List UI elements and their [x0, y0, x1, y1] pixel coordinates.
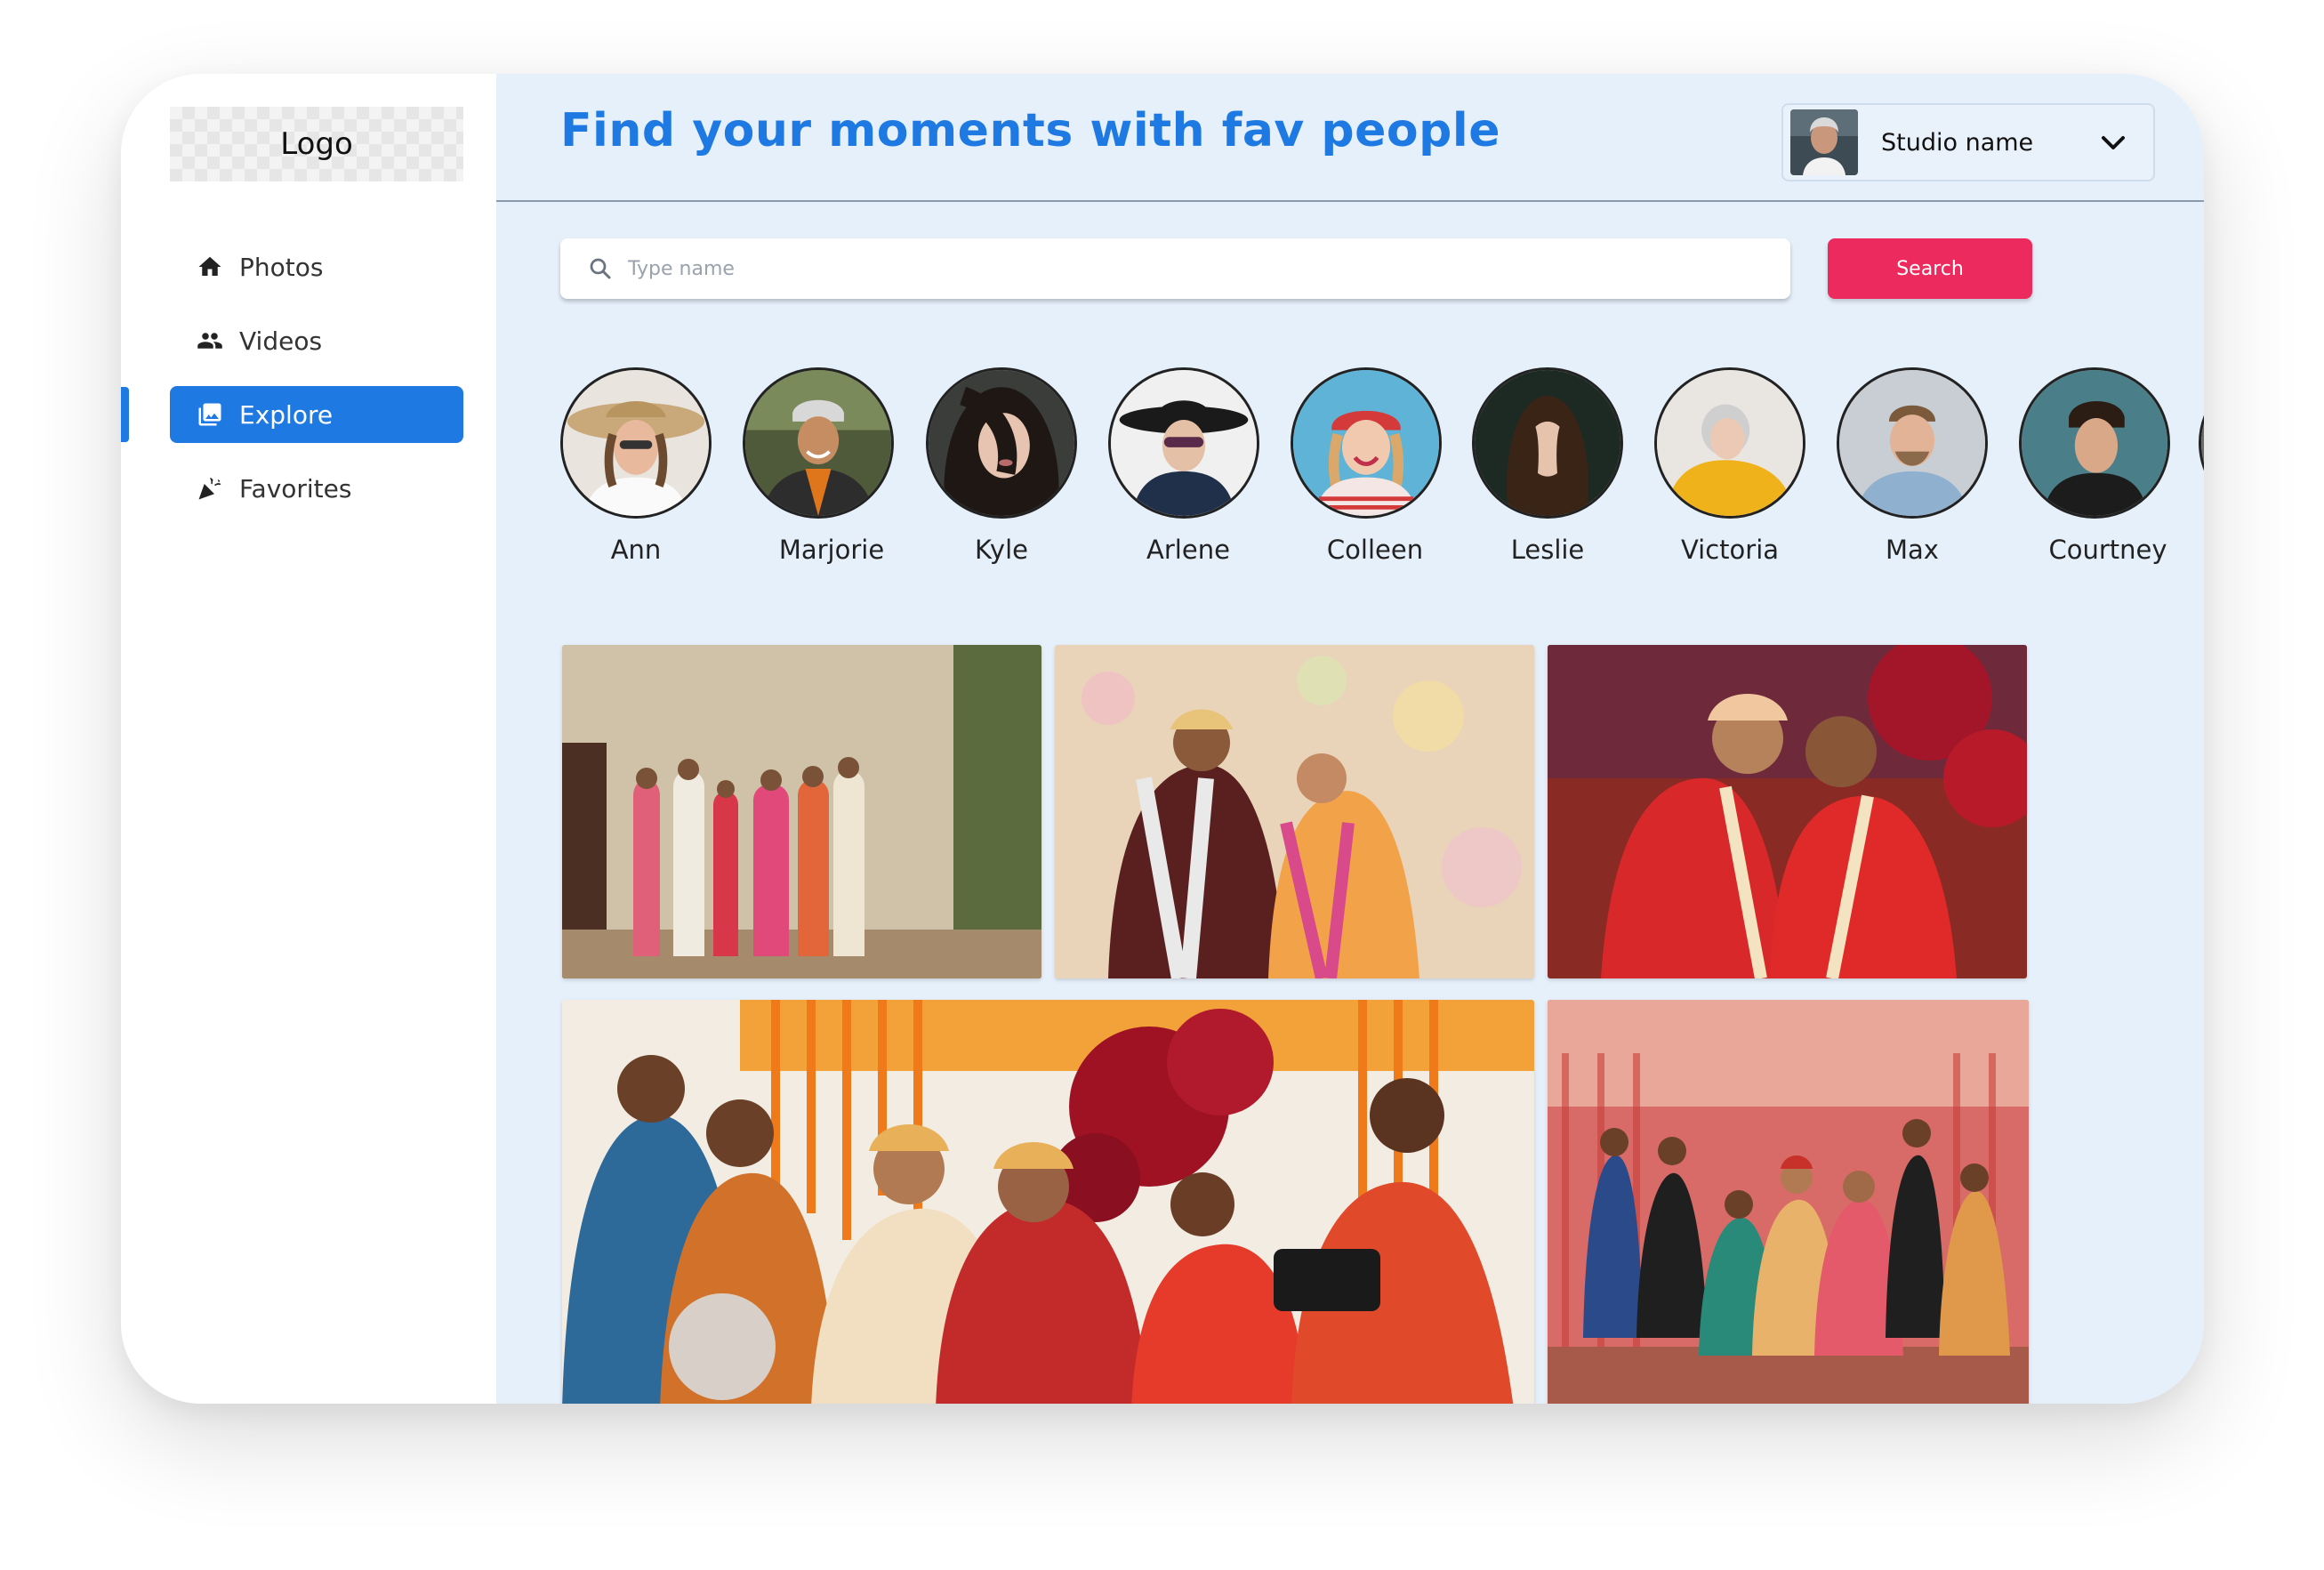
sidebar: Logo Photos Videos Explore Favorites	[121, 74, 496, 1404]
home-icon	[198, 256, 221, 276]
person-avatar	[743, 367, 894, 519]
sidebar-item-explore[interactable]: Explore	[170, 386, 463, 443]
app-window: Logo Photos Videos Explore Favorites Fin…	[121, 74, 2204, 1404]
sidebar-item-label: Photos	[239, 252, 324, 282]
search-button[interactable]: Search	[1828, 238, 2032, 299]
person-name: Colleen	[1326, 535, 1424, 565]
search-field[interactable]	[560, 238, 1790, 299]
logo-text: Logo	[280, 126, 353, 162]
studio-selector[interactable]: Studio name	[1781, 103, 2155, 181]
people-carousel: Ann Marjorie Kyle Arlene Colleen Leslie …	[496, 367, 2204, 572]
party-popper-icon	[198, 478, 221, 500]
header-divider	[496, 200, 2204, 202]
photo-ceremony[interactable]	[562, 1000, 1534, 1404]
person-avatar	[560, 367, 712, 519]
person-name: Marjorie	[778, 535, 885, 565]
sidebar-item-label: Explore	[239, 399, 334, 430]
photo-couple-garland[interactable]	[1055, 645, 1534, 978]
sidebar-item-videos[interactable]: Videos	[170, 312, 463, 369]
sidebar-item-label: Videos	[239, 326, 323, 356]
search-input[interactable]	[628, 257, 1695, 280]
person-avatar	[1654, 367, 1805, 519]
photo-group-stage[interactable]	[1548, 1000, 2029, 1404]
person-avatar	[1472, 367, 1623, 519]
sidebar-item-label: Favorites	[239, 473, 352, 503]
sidebar-item-photos[interactable]: Photos	[170, 238, 463, 295]
person-avatar	[1108, 367, 1259, 519]
person-name: Ann	[610, 535, 662, 565]
people-icon	[197, 333, 222, 349]
search-icon	[590, 258, 611, 279]
person-name: Leslie	[1510, 535, 1585, 565]
person-name: Victoria	[1680, 535, 1780, 565]
logo[interactable]: Logo	[170, 107, 463, 181]
gallery-icon	[198, 403, 221, 426]
photo-family-portrait[interactable]	[562, 645, 1041, 978]
photo-couple-feeding[interactable]	[1548, 645, 2027, 978]
person-name: Courtney	[2048, 535, 2167, 565]
chevron-down-icon[interactable]	[2100, 132, 2127, 155]
person-avatar	[926, 367, 1077, 519]
person-name: Max	[1886, 535, 1939, 565]
sidebar-item-favorites[interactable]: Favorites	[170, 460, 463, 517]
active-indicator	[121, 387, 129, 442]
studio-avatar	[1790, 109, 1858, 175]
studio-name: Studio name	[1881, 128, 2034, 157]
person-avatar	[2019, 367, 2170, 519]
page-title: Find your moments with fav people	[560, 104, 1500, 157]
main-content: Find your moments with fav people Studio…	[496, 74, 2204, 1404]
person-avatar-partial[interactable]	[2199, 367, 2204, 519]
person-name: Kyle	[975, 535, 1028, 565]
person-name: Arlene	[1146, 535, 1230, 565]
person-avatar	[1291, 367, 1442, 519]
person-avatar	[1837, 367, 1988, 519]
